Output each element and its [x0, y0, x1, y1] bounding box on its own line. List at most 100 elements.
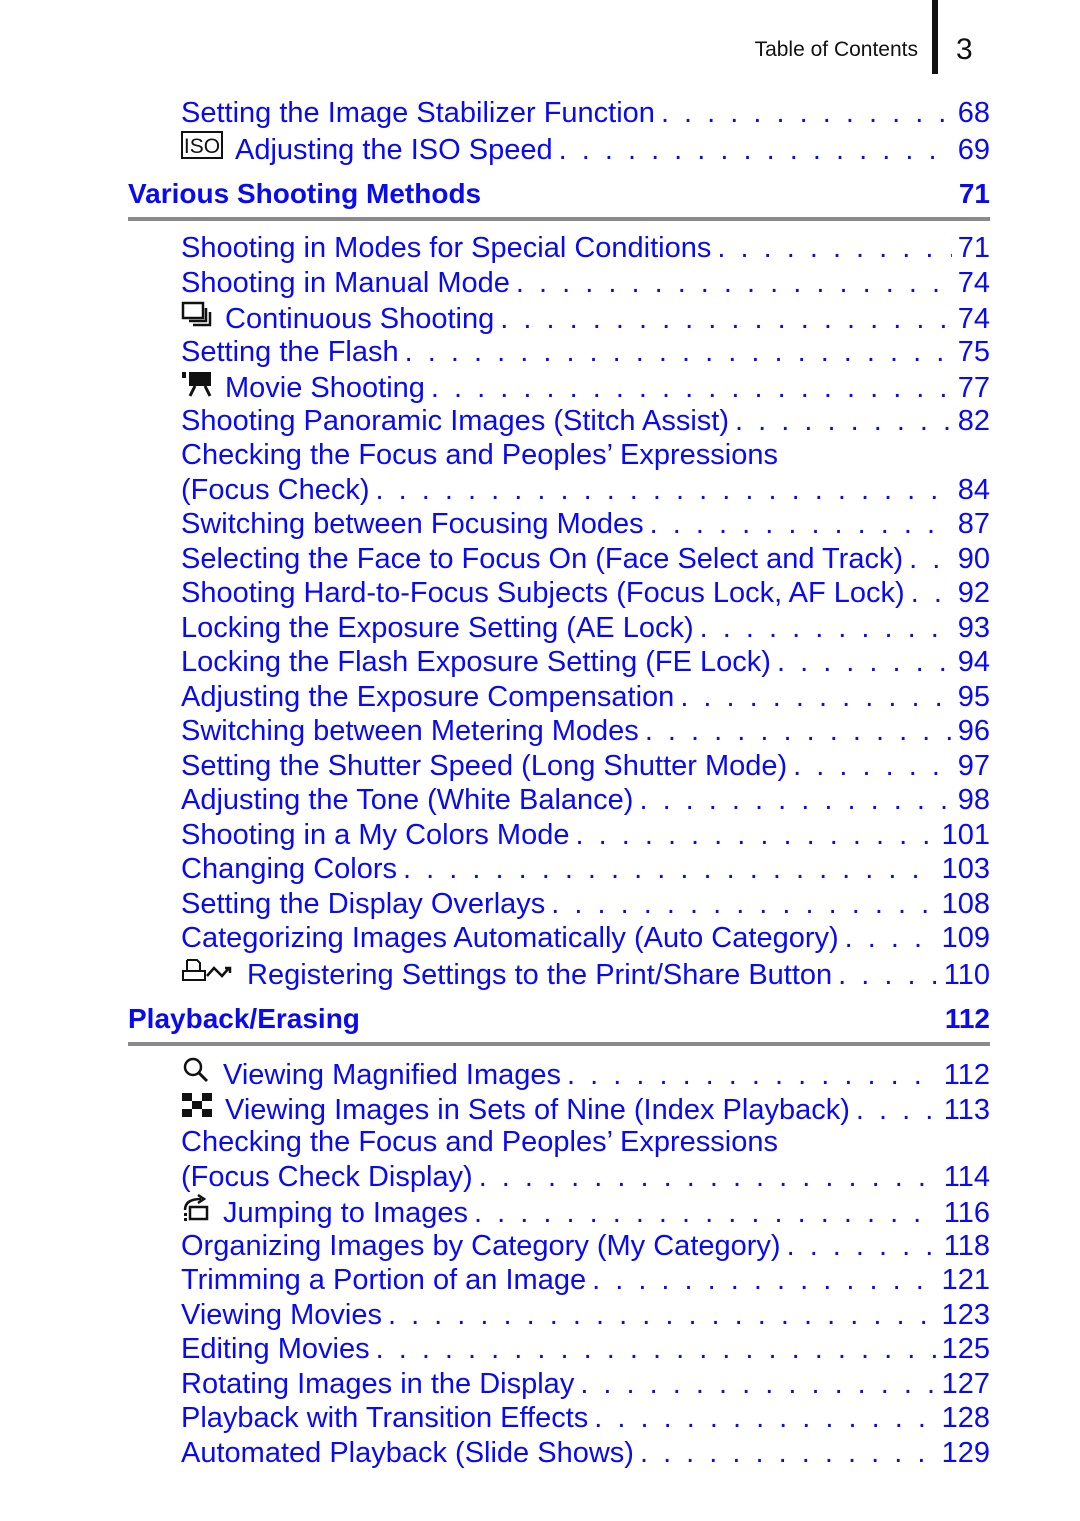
toc-entry-title[interactable]: Automated Playback (Slide Shows)	[181, 1436, 634, 1471]
toc-entry-title[interactable]: Adjusting the ISO Speed	[235, 133, 553, 168]
toc-entry-title[interactable]: Rotating Images in the Display	[181, 1367, 574, 1402]
toc-entry-trimming-a-portion-of-an-image[interactable]: Trimming a Portion of an Image 121	[128, 1263, 990, 1298]
toc-entry-page[interactable]: 90	[952, 542, 990, 577]
toc-entry-page[interactable]: 87	[952, 507, 990, 542]
toc-entry-setting-the-image-stabilizer-function[interactable]: Setting the Image Stabilizer Function 68	[128, 96, 990, 131]
toc-entry-title[interactable]: Continuous Shooting	[225, 302, 494, 337]
toc-entry-title[interactable]: Shooting in Modes for Special Conditions	[181, 231, 711, 266]
toc-entry-adjusting-the-tone-white-balance[interactable]: Adjusting the Tone (White Balance) 98	[128, 783, 990, 818]
toc-entry-continuous-shooting[interactable]: Continuous Shooting 74	[128, 300, 990, 335]
toc-entry-categorizing-images-automatically-auto-category[interactable]: Categorizing Images Automatically (Auto …	[128, 921, 990, 956]
toc-entry-title[interactable]: Changing Colors	[181, 852, 397, 887]
toc-entry-page[interactable]: 92	[952, 576, 990, 611]
toc-entry-setting-the-flash[interactable]: Setting the Flash 75	[128, 335, 990, 370]
toc-entry-title[interactable]: Movie Shooting	[225, 371, 425, 406]
toc-entry-page[interactable]: 95	[952, 680, 990, 715]
toc-entry-page[interactable]: 71	[952, 231, 990, 266]
toc-entry-title[interactable]: Trimming a Portion of an Image	[181, 1263, 586, 1298]
toc-entry-page[interactable]: 74	[952, 266, 990, 301]
toc-entry-page[interactable]: 69	[952, 133, 990, 168]
toc-entry-shooting-in-a-my-colors-mode[interactable]: Shooting in a My Colors Mode 101	[128, 818, 990, 853]
toc-entry-title[interactable]: Shooting in Manual Mode	[181, 266, 510, 301]
toc-entry-title[interactable]: Shooting Hard-to-Focus Subjects (Focus L…	[181, 576, 905, 611]
toc-entry-locking-the-exposure-setting-ae-lock[interactable]: Locking the Exposure Setting (AE Lock) 93	[128, 611, 990, 646]
toc-entry-playback-with-transition-effects[interactable]: Playback with Transition Effects 128	[128, 1401, 990, 1436]
toc-entry-title[interactable]: Adjusting the Tone (White Balance)	[181, 783, 633, 818]
toc-entry-page[interactable]: 82	[952, 404, 990, 439]
toc-entry-page[interactable]: 75	[952, 335, 990, 370]
toc-entry-title[interactable]: Selecting the Face to Focus On (Face Sel…	[181, 542, 903, 577]
toc-entry-page[interactable]: 112	[938, 1058, 990, 1093]
toc-entry-page[interactable]: 108	[936, 887, 990, 922]
toc-entry-title[interactable]: Jumping to Images	[223, 1196, 468, 1231]
toc-entry-title[interactable]: Locking the Exposure Setting (AE Lock)	[181, 611, 694, 646]
toc-entry-title[interactable]: Shooting in a My Colors Mode	[181, 818, 569, 853]
toc-entry-automated-playback-slide-shows[interactable]: Automated Playback (Slide Shows) 129	[128, 1436, 990, 1471]
toc-entry-page[interactable]: 113	[938, 1093, 990, 1128]
toc-entry-adjusting-the-exposure-compensation[interactable]: Adjusting the Exposure Compensation 95	[128, 680, 990, 715]
toc-entry-setting-the-display-overlays[interactable]: Setting the Display Overlays 108	[128, 887, 990, 922]
toc-entry-page[interactable]: 93	[952, 611, 990, 646]
toc-entry-page[interactable]: 128	[936, 1401, 990, 1436]
toc-entry-page[interactable]: 77	[952, 371, 990, 406]
toc-entry-title[interactable]: Viewing Magnified Images	[223, 1058, 561, 1093]
toc-entry-page[interactable]: 118	[938, 1229, 990, 1264]
toc-entry-title[interactable]: Checking the Focus and Peoples’ Expressi…	[181, 1125, 778, 1160]
section-title[interactable]: Various Shooting Methods	[128, 178, 481, 210]
toc-entry-title[interactable]: Categorizing Images Automatically (Auto …	[181, 921, 839, 956]
toc-entry-page[interactable]: 98	[952, 783, 990, 818]
toc-entry-shooting-panoramic-images-stitch-assist[interactable]: Shooting Panoramic Images (Stitch Assist…	[128, 404, 990, 439]
toc-entry-rotating-images-in-the-display[interactable]: Rotating Images in the Display 127	[128, 1367, 990, 1402]
toc-entry-page[interactable]: 114	[938, 1160, 990, 1195]
section-title[interactable]: Playback/Erasing	[128, 1003, 360, 1035]
toc-entry-movie-shooting[interactable]: Movie Shooting 77	[128, 369, 990, 404]
section-page[interactable]: 71	[959, 178, 990, 210]
toc-entry-title[interactable]: Setting the Display Overlays	[181, 887, 545, 922]
toc-entry-title-continuation[interactable]: (Focus Check)	[181, 473, 370, 508]
toc-entry-checking-the-focus-and-peoples-expressions[interactable]: Checking the Focus and Peoples’ Expressi…	[128, 438, 990, 473]
toc-entry-title[interactable]: Switching between Metering Modes	[181, 714, 639, 749]
toc-entry-page[interactable]: 110	[938, 958, 990, 993]
toc-entry-shooting-hard-to-focus-subjects-focus-lock-af-lock[interactable]: Shooting Hard-to-Focus Subjects (Focus L…	[128, 576, 990, 611]
toc-entry-selecting-the-face-to-focus-on-face-select-and-track[interactable]: Selecting the Face to Focus On (Face Sel…	[128, 542, 990, 577]
toc-entry-viewing-magnified-images[interactable]: Viewing Magnified Images 112	[128, 1056, 990, 1091]
toc-entry-page[interactable]: 68	[952, 96, 990, 131]
toc-entry-page[interactable]: 84	[952, 473, 990, 508]
toc-entry-page[interactable]: 121	[936, 1263, 990, 1298]
toc-entry-page[interactable]: 109	[936, 921, 990, 956]
toc-entry-title[interactable]: Registering Settings to the Print/Share …	[247, 958, 832, 993]
toc-entry-switching-between-metering-modes[interactable]: Switching between Metering Modes 96	[128, 714, 990, 749]
section-page[interactable]: 112	[945, 1003, 990, 1035]
toc-entry-title[interactable]: Setting the Shutter Speed (Long Shutter …	[181, 749, 787, 784]
toc-entry-page[interactable]: 101	[936, 818, 990, 853]
toc-entry-shooting-in-modes-for-special-conditions[interactable]: Shooting in Modes for Special Conditions…	[128, 231, 990, 266]
toc-entry-page[interactable]: 96	[952, 714, 990, 749]
toc-entry-page[interactable]: 129	[936, 1436, 990, 1471]
toc-entry-continuation[interactable]: (Focus Check Display) 114	[128, 1160, 990, 1195]
toc-entry-title-continuation[interactable]: (Focus Check Display)	[181, 1160, 473, 1195]
toc-entry-viewing-images-in-sets-of-nine-index-playback[interactable]: Viewing Images in Sets of Nine (Index Pl…	[128, 1091, 990, 1126]
toc-entry-setting-the-shutter-speed-long-shutter-mode[interactable]: Setting the Shutter Speed (Long Shutter …	[128, 749, 990, 784]
toc-entry-title[interactable]: Editing Movies	[181, 1332, 370, 1367]
toc-entry-title[interactable]: Viewing Images in Sets of Nine (Index Pl…	[225, 1093, 850, 1128]
toc-entry-shooting-in-manual-mode[interactable]: Shooting in Manual Mode 74	[128, 266, 990, 301]
toc-entry-page[interactable]: 103	[936, 852, 990, 887]
toc-entry-checking-the-focus-and-peoples-expressions[interactable]: Checking the Focus and Peoples’ Expressi…	[128, 1125, 990, 1160]
toc-entry-locking-the-flash-exposure-setting-fe-lock[interactable]: Locking the Flash Exposure Setting (FE L…	[128, 645, 990, 680]
toc-entry-title[interactable]: Locking the Flash Exposure Setting (FE L…	[181, 645, 771, 680]
toc-entry-title[interactable]: Setting the Flash	[181, 335, 399, 370]
toc-entry-title[interactable]: Viewing Movies	[181, 1298, 382, 1333]
toc-entry-title[interactable]: Organizing Images by Category (My Catego…	[181, 1229, 781, 1264]
toc-entry-page[interactable]: 125	[936, 1332, 990, 1367]
toc-entry-adjusting-the-iso-speed[interactable]: ISO Adjusting the ISO Speed 69	[128, 130, 990, 168]
toc-entry-organizing-images-by-category-my-category[interactable]: Organizing Images by Category (My Catego…	[128, 1229, 990, 1264]
toc-entry-title[interactable]: Adjusting the Exposure Compensation	[181, 680, 674, 715]
toc-entry-changing-colors[interactable]: Changing Colors 103	[128, 852, 990, 887]
toc-entry-page[interactable]: 74	[952, 302, 990, 337]
toc-entry-page[interactable]: 94	[952, 645, 990, 680]
toc-entry-editing-movies[interactable]: Editing Movies 125	[128, 1332, 990, 1367]
section-heading-playback-erasing[interactable]: Playback/Erasing 112	[128, 996, 990, 1042]
toc-entry-title[interactable]: Switching between Focusing Modes	[181, 507, 644, 542]
toc-entry-title[interactable]: Playback with Transition Effects	[181, 1401, 588, 1436]
toc-entry-page[interactable]: 127	[936, 1367, 990, 1402]
